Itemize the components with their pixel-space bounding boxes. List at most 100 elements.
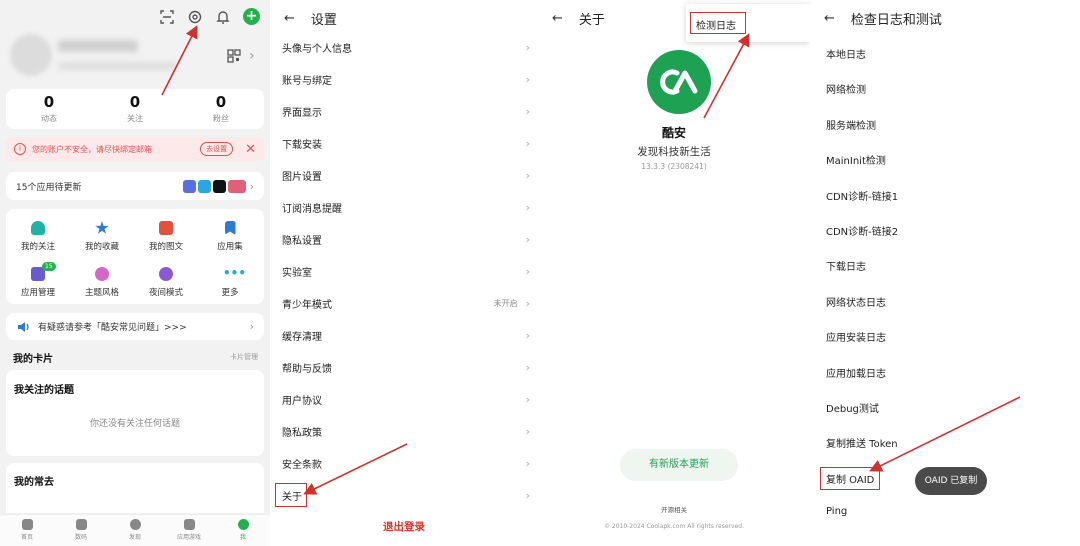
profile-panel: + › 0 动态 0 关注 0 粉丝 i 您的账户不安全，请尽快绑定邮箱 去设置… [0,0,270,546]
grid-item-app-manage[interactable]: 15 应用管理 [6,262,70,298]
log-item[interactable]: 应用安装日志 [826,329,886,344]
tab-home[interactable]: 首页 [0,515,54,546]
grid-label: 夜间模式 [148,288,183,298]
grid-item-theme[interactable]: 主题风格 [70,267,134,298]
stat-following[interactable]: 0 关注 [92,89,178,129]
settings-row[interactable]: 图片设置 › [282,163,530,187]
about-header: ← 关于 [552,9,605,28]
settings-row-label: 帮助与反馈 [282,363,332,375]
topics-empty-text: 你还没有关注任何话题 [89,419,180,429]
info-icon: i [14,143,26,155]
chevron-right-icon: › [525,296,530,310]
chevron-right-icon: › [249,320,254,333]
settings-row[interactable]: 关于 › [282,483,530,507]
qr-code-icon[interactable] [226,48,242,64]
scan-icon[interactable] [159,9,175,25]
grid-item-more[interactable]: ••• 更多 [198,267,262,298]
tab-apps-games[interactable]: 应用游戏 [162,515,216,546]
settings-row-label: 实验室 [282,267,312,279]
close-icon[interactable]: ✕ [245,142,256,157]
grid-item-favorites[interactable]: 我的收藏 [70,221,134,252]
settings-gear-icon[interactable] [187,9,203,25]
tab-digital[interactable]: 数码 [54,515,108,546]
new-version-button[interactable]: 有新版本更新 [620,449,738,481]
tab-discover[interactable]: 发现 [108,515,162,546]
settings-row-label: 缓存清理 [282,331,322,343]
toast-message: OAID 已复制 [915,467,987,495]
top-icons: + [159,8,260,25]
log-item[interactable]: 应用加载日志 [826,365,886,380]
faq-row[interactable]: 有疑惑请参考「酷安常见问题」>>> › [6,313,264,340]
grid-item-night-mode[interactable]: 夜间模式 [134,267,198,298]
settings-row[interactable]: 头像与个人信息 › [282,35,530,59]
log-item[interactable]: 服务端检测 [826,117,876,132]
log-item[interactable]: CDN诊断-链接1 [826,188,898,203]
chevron-right-icon: › [525,392,530,406]
back-arrow-icon[interactable]: ← [284,11,295,26]
open-source-link[interactable]: 开源相关 [538,504,810,514]
log-item[interactable]: CDN诊断-链接2 [826,223,898,238]
bell-icon[interactable] [215,9,231,25]
settings-row[interactable]: 用户协议 › [282,387,530,411]
app-slogan: 发现科技新生活 [637,146,711,158]
grid-label: 我的关注 [20,242,55,252]
apps-icon [183,519,195,530]
chevron-right-icon: › [525,456,530,470]
logs-header: ← 检查日志和测试 [824,9,942,28]
stat-label: 动态 [41,114,57,123]
grid-item-my-posts[interactable]: 我的图文 [134,221,198,252]
settings-row[interactable]: 界面显示 › [282,99,530,123]
grid-label: 应用集 [217,242,243,252]
log-item[interactable]: 网络状态日志 [826,294,886,309]
chevron-right-icon: › [525,264,530,278]
settings-row[interactable]: 隐私政策 › [282,419,530,443]
tab-me[interactable]: 我 [216,515,270,546]
topics-title: 我关注的话题 [14,385,74,396]
stat-followers[interactable]: 0 粉丝 [178,89,264,129]
chevron-right-icon: › [525,136,530,150]
log-item[interactable]: 本地日志 [826,46,866,61]
log-item[interactable]: 复制推送 Token [826,435,898,450]
settings-row[interactable]: 账号与绑定 › [282,67,530,91]
card-manage-link[interactable]: 卡片管理 [230,352,258,362]
settings-row-label: 头像与个人信息 [282,43,352,55]
stat-posts[interactable]: 0 动态 [6,89,92,129]
speaker-icon [16,319,32,335]
settings-row[interactable]: 缓存清理 › [282,323,530,347]
log-item[interactable]: 网络检测 [826,81,866,96]
log-item[interactable]: Ping [826,506,847,517]
back-arrow-icon[interactable]: ← [552,11,563,26]
back-arrow-icon[interactable]: ← [824,11,835,26]
settings-row-label: 青少年模式 [282,299,332,311]
log-item[interactable]: 下载日志 [826,258,866,273]
grid-item-following[interactable]: 我的关注 [6,221,70,252]
copyright-text: © 2010-2024 Coolapk.com All rights reser… [603,523,745,530]
settings-row[interactable]: 下载安装 › [282,131,530,155]
chevron-right-icon: › [525,104,530,118]
chevron-right-icon: › [525,424,530,438]
settings-row-label: 安全条款 [282,459,322,471]
page-title: 设置 [310,13,337,28]
app-updates-row[interactable]: 15个应用待更新 › [6,172,264,200]
settings-row[interactable]: 订阅消息提醒 › [282,195,530,219]
add-button[interactable]: + [243,8,260,25]
log-item[interactable]: Debug测试 [826,400,879,415]
go-settings-button[interactable]: 去设置 [200,142,234,156]
settings-row[interactable]: 隐私设置 › [282,227,530,251]
stat-value: 0 [129,93,141,111]
compass-icon [129,519,141,530]
chevron-right-icon: › [525,200,530,214]
logs-panel: ← 检查日志和测试 本地日志网络检测服务端检测 MainInit检测 CDN诊断-链… [810,0,1080,546]
tab-label: 应用游戏 [176,534,201,541]
settings-row[interactable]: 青少年模式 未开启 › [282,291,530,315]
grid-item-app-sets[interactable]: 应用集 [198,221,262,252]
settings-row[interactable]: 帮助与反馈 › [282,355,530,379]
profile-chevron-icon[interactable]: › [249,48,255,64]
user-subtitle-blurred [58,62,178,70]
settings-row[interactable]: 实验室 › [282,259,530,283]
chevron-right-icon: › [525,40,530,54]
log-item[interactable]: MainInit检测 [826,152,886,167]
avatar[interactable] [10,34,52,76]
settings-row[interactable]: 安全条款 › [282,451,530,475]
logout-button[interactable]: 退出登录 [270,519,538,534]
